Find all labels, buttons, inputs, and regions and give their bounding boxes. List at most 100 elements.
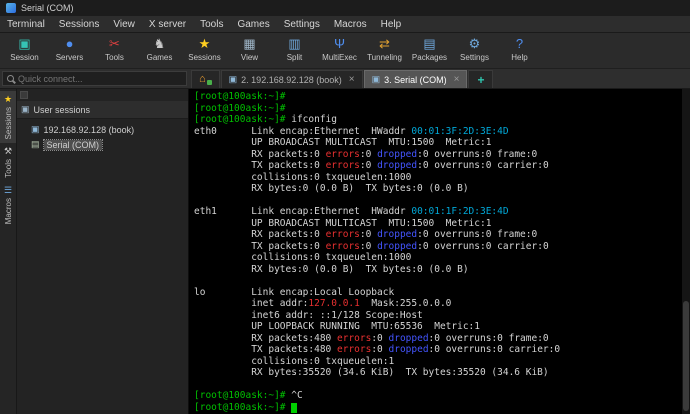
- terminal-line: TX packets:0 errors:0 dropped:0 overruns…: [194, 160, 680, 172]
- terminal-line: [root@100ask:~]# ifconfig: [194, 114, 680, 126]
- terminal-line: eth0 Link encap:Ethernet HWaddr 00:01:3F…: [194, 126, 680, 138]
- tab-2-192-168-92-128-book[interactable]: ▣2. 192.168.92.128 (book)×: [221, 70, 363, 88]
- menu-terminal[interactable]: Terminal: [0, 18, 52, 31]
- tools-strip-icon: ⚒: [4, 147, 12, 156]
- menu-macros[interactable]: Macros: [327, 18, 374, 31]
- tab-home[interactable]: ⌂: [191, 70, 220, 88]
- toolbar-button-help[interactable]: ?Help: [497, 34, 542, 63]
- terminal-line: [root@100ask:~]#: [194, 103, 680, 115]
- toolbar-label: Split: [287, 53, 303, 63]
- terminal-line: UP LOOPBACK RUNNING MTU:65536 Metric:1: [194, 321, 680, 333]
- multiexec-icon: Ψ: [331, 35, 349, 53]
- tools-icon: ✂: [106, 35, 124, 53]
- session-tab-icon: ▣: [372, 74, 381, 85]
- sidebar-mini-toolbar: [17, 89, 188, 101]
- window-title: Serial (COM): [21, 3, 74, 13]
- shield-icon: [207, 80, 212, 85]
- toolbar-button-multiexec[interactable]: ΨMultiExec: [317, 34, 362, 63]
- mobaxterm-window: Serial (COM) TerminalSessionsViewX serve…: [0, 0, 690, 414]
- sidebar: ▣ User sessions ▣192.168.92.128 (book) ▤ S…: [17, 89, 189, 414]
- terminal-line: collisions:0 txqueuelen:1: [194, 356, 680, 368]
- sidebar-strip: ★ Sessions ⚒ Tools ☰Macros: [0, 89, 17, 414]
- terminal-line: TX packets:0 errors:0 dropped:0 overruns…: [194, 241, 680, 253]
- terminal-line: [root@100ask:~]#: [194, 91, 680, 103]
- sidebar-tab-label: Tools: [4, 159, 13, 178]
- toolbar-label: Packages: [412, 53, 447, 63]
- toolbar-button-servers[interactable]: ●Servers: [47, 34, 92, 63]
- help-icon: ?: [511, 35, 529, 53]
- tab-close-icon[interactable]: ×: [454, 75, 460, 84]
- terminal-scrollbar[interactable]: [682, 89, 690, 414]
- toolbar-button-tunneling[interactable]: ⇄Tunneling: [362, 34, 407, 63]
- sidebar-tab-tools[interactable]: ⚒ Tools: [0, 143, 16, 182]
- toolbar-label: Tools: [105, 53, 124, 63]
- terminal-line: RX packets:480 errors:0 dropped:0 overru…: [194, 333, 680, 345]
- tab-label: 2. 192.168.92.128 (book): [241, 75, 342, 85]
- quick-connect-input[interactable]: [18, 74, 182, 84]
- toolbar: ▣Session●Servers✂Tools♞Games★Sessions▦Vi…: [0, 33, 690, 69]
- terminal-line: RX packets:0 errors:0 dropped:0 overruns…: [194, 149, 680, 161]
- tunneling-icon: ⇄: [376, 35, 394, 53]
- toolbar-label: MultiExec: [322, 53, 357, 63]
- servers-icon: ●: [61, 35, 79, 53]
- remote-session-icon: ▣: [31, 124, 40, 135]
- sessions-icon: ★: [196, 35, 214, 53]
- scrollbar-thumb[interactable]: [683, 301, 689, 411]
- terminal-line: lo Link encap:Local Loopback: [194, 287, 680, 299]
- toolbar-button-session[interactable]: ▣Session: [2, 34, 47, 63]
- menu-sessions[interactable]: Sessions: [52, 18, 107, 31]
- tab-label: 3. Serial (COM): [384, 75, 447, 85]
- terminal-line: inet addr:127.0.0.1 Mask:255.0.0.0: [194, 298, 680, 310]
- titlebar: Serial (COM): [0, 0, 690, 16]
- session-icon: ▣: [16, 35, 34, 53]
- menu-view[interactable]: View: [106, 18, 142, 31]
- new-tab-button[interactable]: +: [468, 70, 493, 88]
- menu-x-server[interactable]: X server: [142, 18, 193, 31]
- session-item-serial-com[interactable]: ▤ Serial (COM): [17, 137, 188, 152]
- sidebar-mini-button[interactable]: [20, 91, 28, 99]
- terminal-line: UP BROADCAST MULTICAST MTU:1500 Metric:1: [194, 137, 680, 149]
- menu-help[interactable]: Help: [374, 18, 409, 31]
- toolbar-label: Session: [10, 53, 38, 63]
- search-icon: [7, 75, 14, 82]
- session-item-label: Serial (COM): [44, 140, 103, 150]
- settings-icon: ⚙: [466, 35, 484, 53]
- macros-strip-icon: ☰: [4, 186, 12, 195]
- toolbar-label: Tunneling: [367, 53, 402, 63]
- user-sessions-label: User sessions: [34, 105, 91, 115]
- tab-close-icon[interactable]: ×: [349, 75, 355, 84]
- user-sessions-header[interactable]: ▣ User sessions: [17, 101, 188, 119]
- sessions-star-icon: ★: [4, 95, 12, 104]
- terminal[interactable]: [root@100ask:~]# [root@100ask:~]# [root@…: [189, 89, 690, 414]
- toolbar-button-view[interactable]: ▦View: [227, 34, 272, 63]
- menu-games[interactable]: Games: [230, 18, 276, 31]
- terminal-line: [194, 195, 680, 207]
- terminal-line: inet6 addr: ::1/128 Scope:Host: [194, 310, 680, 322]
- session-tabs: ⌂▣2. 192.168.92.128 (book)×▣3. Serial (C…: [189, 69, 690, 88]
- terminal-line: TX packets:480 errors:0 dropped:0 overru…: [194, 344, 680, 356]
- toolbar-button-split[interactable]: ▥Split: [272, 34, 317, 63]
- toolbar-button-tools[interactable]: ✂Tools: [92, 34, 137, 63]
- toolbar-button-settings[interactable]: ⚙Settings: [452, 34, 497, 63]
- games-icon: ♞: [151, 35, 169, 53]
- session-item-192-168-92-128-book[interactable]: ▣192.168.92.128 (book): [17, 122, 188, 137]
- toolbar-button-games[interactable]: ♞Games: [137, 34, 182, 63]
- toolbar-label: Settings: [460, 53, 489, 63]
- terminal-line: [root@100ask:~]#: [194, 402, 680, 414]
- menu-settings[interactable]: Settings: [277, 18, 327, 31]
- sidebar-tab-macros[interactable]: ☰Macros: [0, 182, 16, 228]
- toolbar-button-sessions[interactable]: ★Sessions: [182, 34, 227, 63]
- session-tree: ▣192.168.92.128 (book) ▤ Serial (COM): [17, 119, 188, 155]
- menubar: TerminalSessionsViewX serverToolsGamesSe…: [0, 16, 690, 33]
- toolbar-button-packages[interactable]: ▤Packages: [407, 34, 452, 63]
- serial-session-icon: ▤: [31, 139, 40, 150]
- terminal-line: [root@100ask:~]# ^C: [194, 390, 680, 402]
- sidebar-tab-label: Sessions: [4, 107, 13, 139]
- packages-icon: ▤: [421, 35, 439, 53]
- terminal-line: collisions:0 txqueuelen:1000: [194, 252, 680, 264]
- menu-tools[interactable]: Tools: [193, 18, 230, 31]
- toolbar-label: Games: [147, 53, 173, 63]
- quick-connect[interactable]: [2, 71, 187, 86]
- sidebar-tab-sessions[interactable]: ★ Sessions: [0, 91, 16, 143]
- tab-3-serial-com[interactable]: ▣3. Serial (COM) ×: [364, 70, 468, 88]
